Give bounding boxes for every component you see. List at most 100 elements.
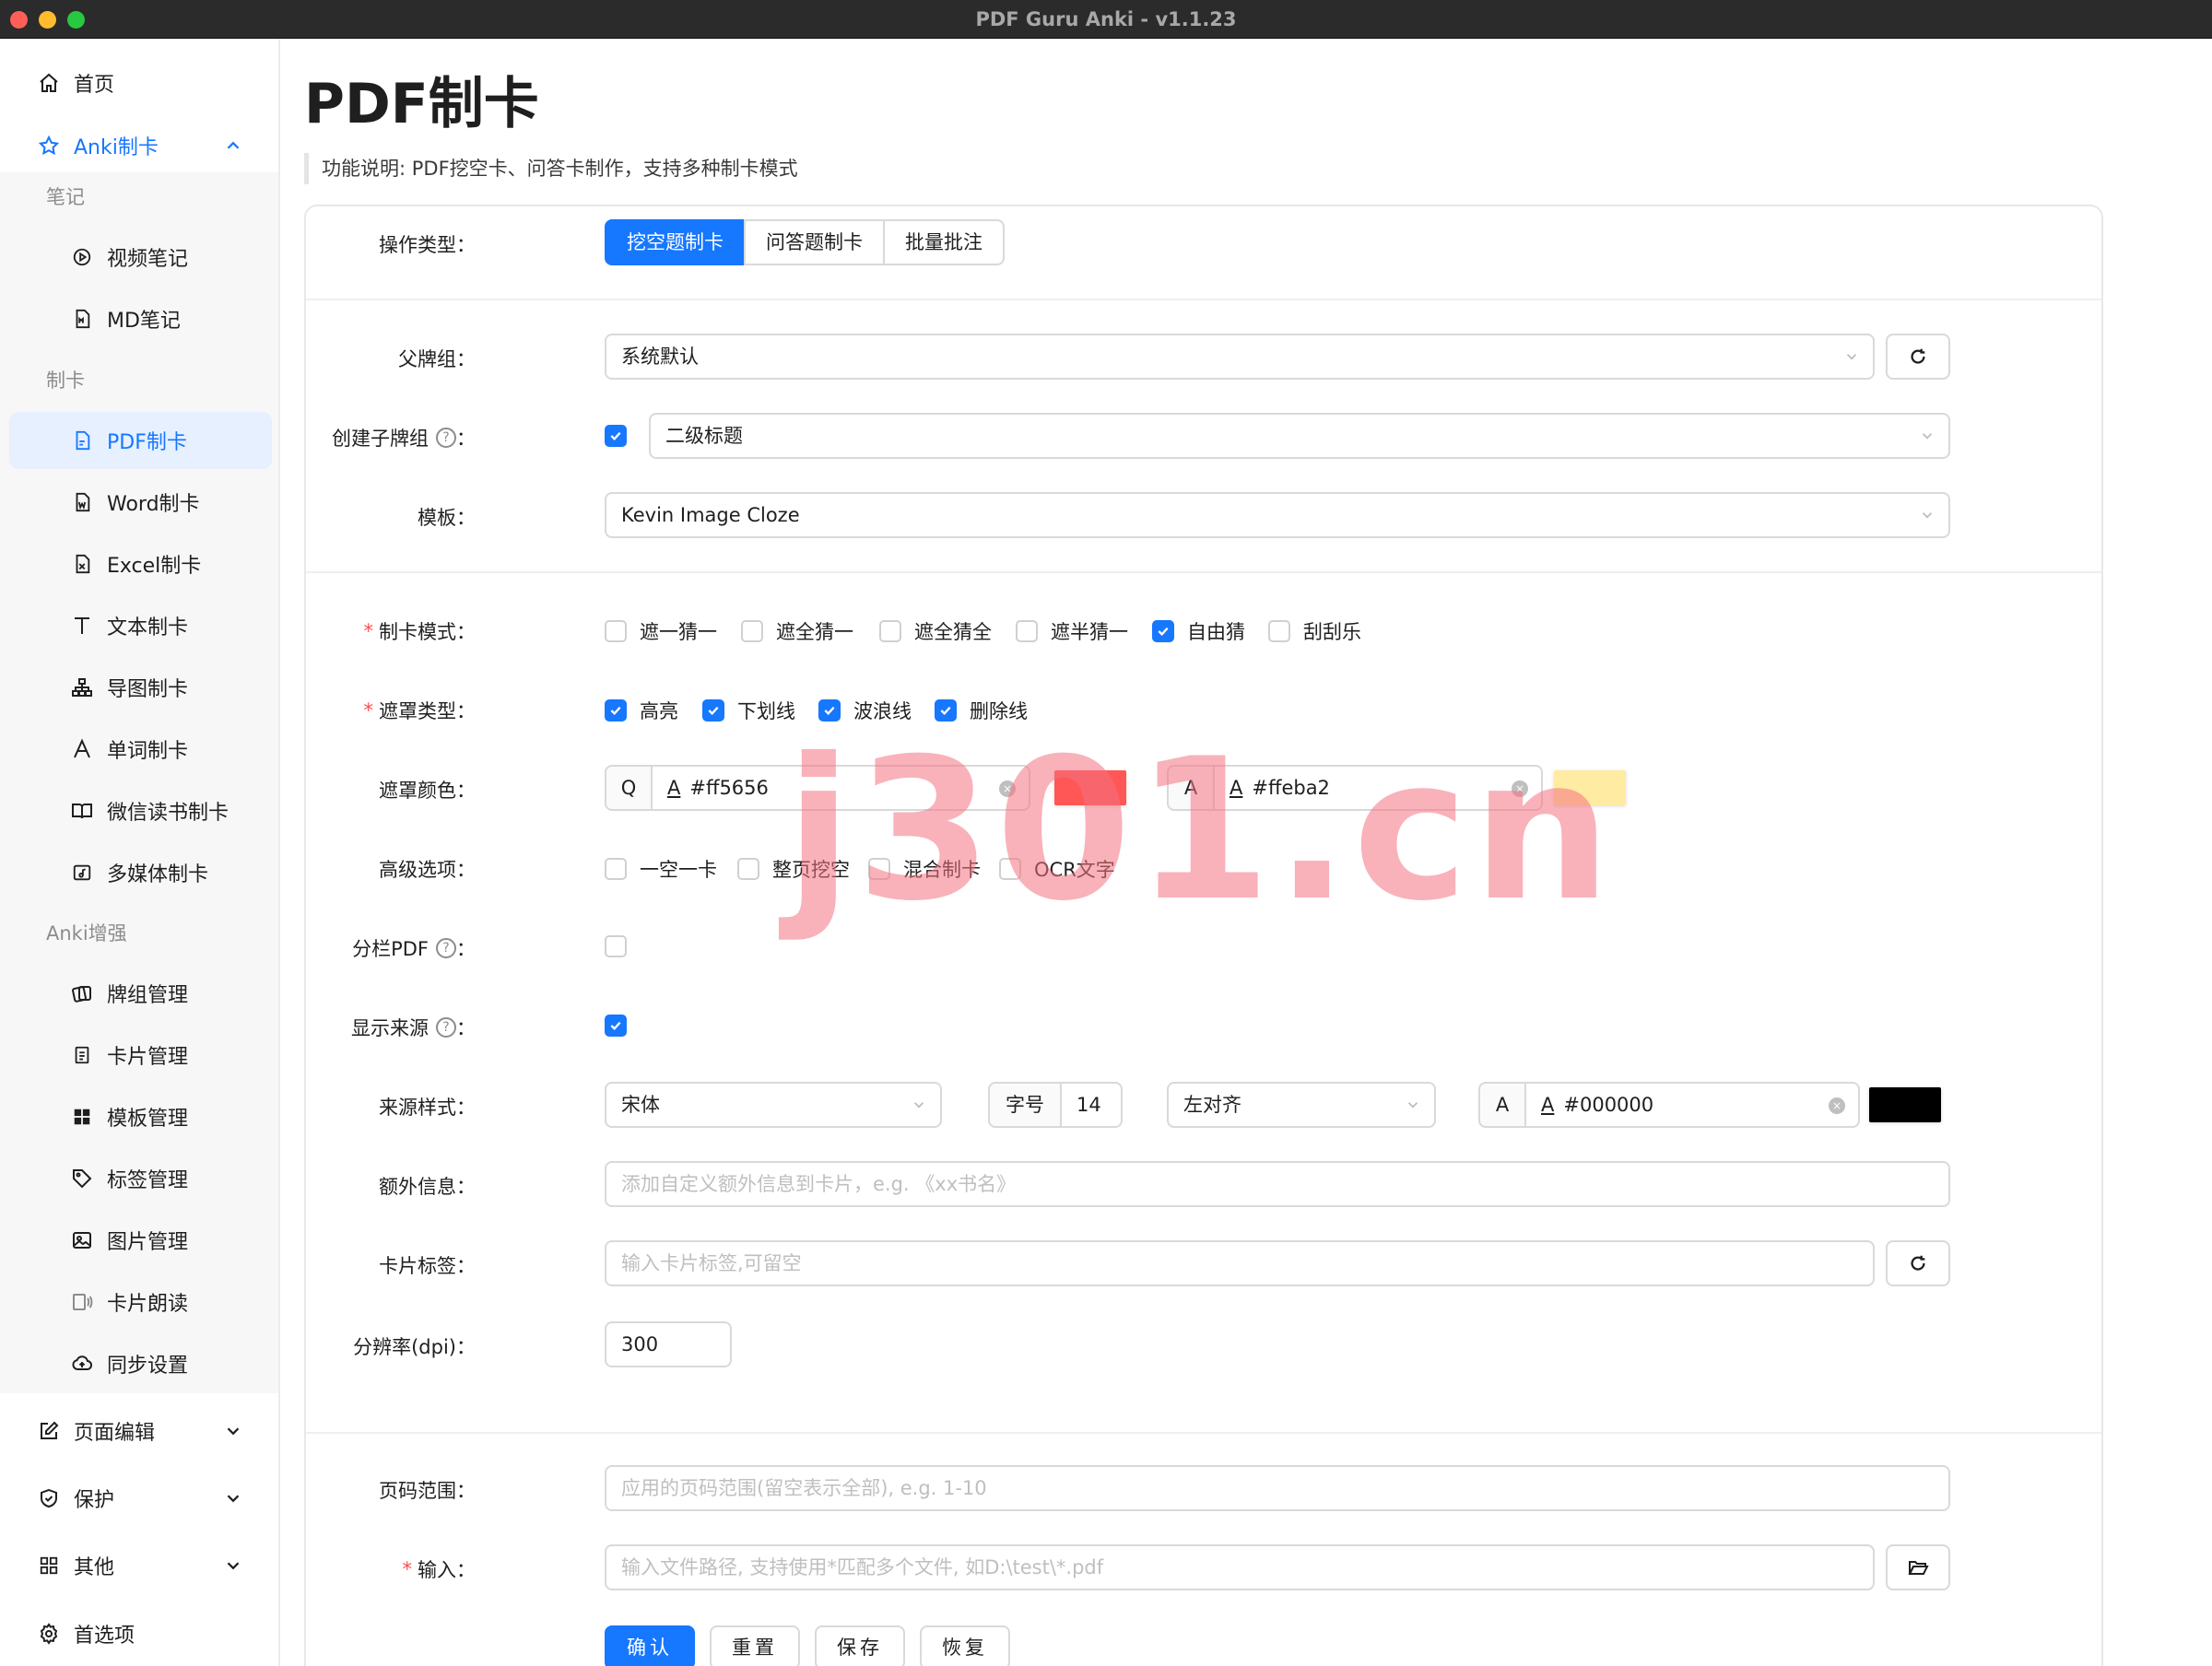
mask-type-checkbox[interactable] — [605, 699, 627, 722]
label-colon: ： — [456, 1017, 476, 1039]
input-path-field[interactable]: 输入文件路径, 支持使用*匹配多个文件, 如D:\test\*.pdf — [605, 1544, 1875, 1590]
sidebar-item-deck-manage[interactable]: 牌组管理 — [0, 965, 278, 1022]
sidebar-item-preferences[interactable]: 首选项 — [0, 1605, 278, 1662]
mode-option[interactable]: 遮一猜一 — [605, 617, 717, 645]
tag-icon — [70, 1167, 94, 1191]
advanced-checkbox[interactable] — [868, 858, 890, 880]
mode-option[interactable]: 遮全猜一 — [741, 617, 853, 645]
image-icon — [70, 1228, 94, 1252]
child-deck-level-select[interactable]: 二级标题 — [649, 413, 1950, 459]
q-color-input[interactable]: A #ff5656 × — [653, 765, 1030, 811]
op-type-cloze-button[interactable]: 挖空题制卡 — [605, 219, 746, 265]
sidebar-item-text-cards[interactable]: 文本制卡 — [0, 597, 278, 654]
mode-checkbox[interactable] — [605, 620, 627, 642]
refresh-tags-button[interactable] — [1886, 1240, 1950, 1286]
mindmap-icon — [70, 675, 94, 699]
advanced-checkbox[interactable] — [737, 858, 759, 880]
mask-type-option[interactable]: 下划线 — [702, 697, 795, 724]
help-icon[interactable]: ? — [436, 1017, 456, 1038]
confirm-button[interactable]: 确认 — [605, 1625, 695, 1666]
mode-checkbox[interactable] — [1152, 620, 1174, 642]
sidebar-item-tag-manage[interactable]: 标签管理 — [0, 1150, 278, 1207]
help-icon[interactable]: ? — [436, 938, 456, 958]
advanced-option[interactable]: 混合制卡 — [868, 855, 981, 883]
sidebar-item-card-manage[interactable]: 卡片管理 — [0, 1027, 278, 1084]
mode-checkbox[interactable] — [879, 620, 901, 642]
sidebar-item-image-manage[interactable]: 图片管理 — [0, 1212, 278, 1269]
browse-folder-button[interactable] — [1886, 1544, 1950, 1590]
parent-deck-value: 系统默认 — [621, 346, 699, 368]
extra-info-input[interactable]: 添加自定义额外信息到卡片，e.g. 《xx书名》 — [605, 1161, 1950, 1207]
sidebar-item-wechat-read-cards[interactable]: 微信读书制卡 — [0, 782, 278, 839]
mode-checkbox[interactable] — [741, 620, 763, 642]
mode-checkbox[interactable] — [1268, 620, 1290, 642]
sidebar-item-sync-settings[interactable]: 同步设置 — [0, 1335, 278, 1392]
page-range-input[interactable]: 应用的页码范围(留空表示全部), e.g. 1-10 — [605, 1465, 1950, 1511]
advanced-option[interactable]: 一空一卡 — [605, 855, 717, 883]
card-tags-input[interactable]: 输入卡片标签,可留空 — [605, 1240, 1875, 1286]
mode-option[interactable]: 遮半猜一 — [1016, 617, 1128, 645]
sidebar-item-label: 同步设置 — [107, 1355, 189, 1378]
op-type-annotate-button[interactable]: 批量批注 — [883, 219, 1005, 265]
source-color-input[interactable]: A #000000 × — [1526, 1082, 1860, 1128]
clear-icon[interactable]: × — [1829, 1097, 1845, 1114]
child-deck-checkbox[interactable] — [605, 425, 627, 447]
chevron-down-icon — [1407, 1102, 1418, 1109]
source-color-swatch[interactable] — [1869, 1087, 1941, 1122]
mode-checkbox[interactable] — [1016, 620, 1038, 642]
dpi-input[interactable]: 300 — [605, 1321, 732, 1367]
sidebar: 首页 Anki制卡 笔记 视频笔记 MD笔记 制卡 PDF制卡 Word制卡 E… — [0, 39, 280, 1666]
q-color-swatch[interactable] — [1054, 770, 1126, 805]
sidebar-item-template-manage[interactable]: 模板管理 — [0, 1088, 278, 1145]
sidebar-item-protect[interactable]: 保护 — [0, 1470, 278, 1527]
restore-button[interactable]: 恢复 — [920, 1625, 1010, 1666]
mask-type-label: * 遮罩类型： — [364, 697, 477, 724]
mode-option[interactable]: 刮刮乐 — [1268, 617, 1361, 645]
source-align-select[interactable]: 左对齐 — [1167, 1082, 1436, 1128]
mask-type-checkbox[interactable] — [935, 699, 957, 722]
mask-type-checkbox[interactable] — [818, 699, 841, 722]
mask-type-option[interactable]: 波浪线 — [818, 697, 912, 724]
template-select[interactable]: Kevin Image Cloze — [605, 492, 1950, 538]
mask-type-option[interactable]: 高亮 — [605, 697, 678, 724]
columns-pdf-checkbox[interactable] — [605, 935, 627, 957]
source-font-select[interactable]: 宋体 — [605, 1082, 942, 1128]
advanced-option[interactable]: OCR文字 — [999, 855, 1115, 883]
chevron-down-icon — [913, 1102, 924, 1109]
parent-deck-select[interactable]: 系统默认 — [605, 334, 1875, 380]
advanced-option[interactable]: 整页挖空 — [737, 855, 850, 883]
clear-icon[interactable]: × — [1512, 780, 1528, 797]
sidebar-item-video-notes[interactable]: 视频笔记 — [0, 229, 278, 286]
mode-option[interactable]: 遮全猜全 — [879, 617, 992, 645]
reset-button[interactable]: 重置 — [710, 1625, 800, 1666]
save-button[interactable]: 保存 — [815, 1625, 905, 1666]
sidebar-item-mindmap-cards[interactable]: 导图制卡 — [0, 659, 278, 716]
show-source-checkbox[interactable] — [605, 1015, 627, 1037]
advanced-checkbox[interactable] — [605, 858, 627, 880]
advanced-option-label: 一空一卡 — [640, 859, 717, 881]
sidebar-item-card-tts[interactable]: 卡片朗读 — [0, 1273, 278, 1331]
clear-icon[interactable]: × — [999, 780, 1016, 797]
sidebar-item-home[interactable]: 首页 — [0, 54, 278, 111]
a-color-swatch[interactable] — [1554, 770, 1626, 805]
sidebar-item-anki[interactable]: Anki制卡 — [0, 117, 278, 174]
refresh-decks-button[interactable] — [1886, 334, 1950, 380]
mask-type-checkbox[interactable] — [702, 699, 724, 722]
help-icon[interactable]: ? — [436, 428, 456, 448]
sidebar-item-page-edit[interactable]: 页面编辑 — [0, 1402, 278, 1460]
font-size-input[interactable]: 14 — [1062, 1082, 1123, 1128]
a-color-value: #ffeba2 — [1252, 777, 1330, 799]
op-type-qa-button[interactable]: 问答题制卡 — [744, 219, 885, 265]
sidebar-item-word-vocab-cards[interactable]: 单词制卡 — [0, 721, 278, 778]
sidebar-item-other[interactable]: 其他 — [0, 1537, 278, 1594]
sidebar-item-word-cards[interactable]: Word制卡 — [0, 474, 278, 531]
a-color-input[interactable]: A #ffeba2 × — [1215, 765, 1543, 811]
sidebar-item-md-notes[interactable]: MD笔记 — [0, 290, 278, 347]
sidebar-item-pdf-cards[interactable]: PDF制卡 — [9, 412, 272, 469]
mask-type-option[interactable]: 删除线 — [935, 697, 1028, 724]
mode-option[interactable]: 自由猜 — [1152, 617, 1245, 645]
sidebar-item-excel-cards[interactable]: Excel制卡 — [0, 535, 278, 592]
sidebar-item-media-cards[interactable]: 多媒体制卡 — [0, 844, 278, 901]
columns-pdf-label-text: 分栏PDF — [352, 938, 429, 960]
advanced-checkbox[interactable] — [999, 858, 1021, 880]
